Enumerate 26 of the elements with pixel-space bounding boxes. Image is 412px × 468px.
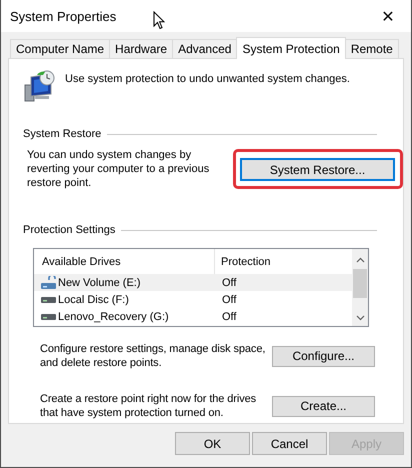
section-heading: Protection Settings <box>23 224 116 236</box>
table-cell: New Volume (E:) <box>58 276 141 288</box>
table-cell: Lenovo_Recovery (G:) <box>58 310 169 322</box>
drive-row[interactable]: New Volume (E:) Off <box>34 274 352 291</box>
description-text: Configure restore settings, manage disk space, and delete restore points. <box>40 342 266 370</box>
table-cell-text: Off <box>221 310 236 322</box>
tab[interactable]: Remote <box>344 39 399 58</box>
create-button[interactable]: Create... <box>272 396 375 416</box>
table-cell-text: Off <box>221 276 236 288</box>
table-cell: Local Disc (F:) <box>58 294 129 306</box>
drive-row[interactable]: Lenovo_Recovery (G:) Off <box>34 308 352 325</box>
tab[interactable]: Computer Name <box>10 39 110 58</box>
dialog-button[interactable]: OK <box>175 432 250 455</box>
description-text: Create a restore point right now for the drives that have system protection turned on. <box>40 392 258 420</box>
table-cell-text: Off <box>221 294 236 306</box>
drive-row[interactable]: Local Disc (F:) Off <box>34 291 352 308</box>
configure-button[interactable]: Configure... <box>272 346 375 366</box>
close-button[interactable]: ✕ <box>365 0 411 32</box>
description-text: You can undo system changes by reverting your computer to a previous restore point. <box>27 148 210 190</box>
section-heading: System Restore <box>23 128 102 140</box>
dialog-button[interactable]: Cancel <box>252 432 327 455</box>
system-restore-button[interactable]: System Restore... <box>240 158 395 181</box>
window-title: System Properties <box>10 8 116 24</box>
column-header[interactable]: Protection <box>215 249 271 274</box>
tab[interactable]: System Protection <box>236 37 346 59</box>
description-text: Use system protection to undo unwanted system changes. <box>65 73 350 85</box>
